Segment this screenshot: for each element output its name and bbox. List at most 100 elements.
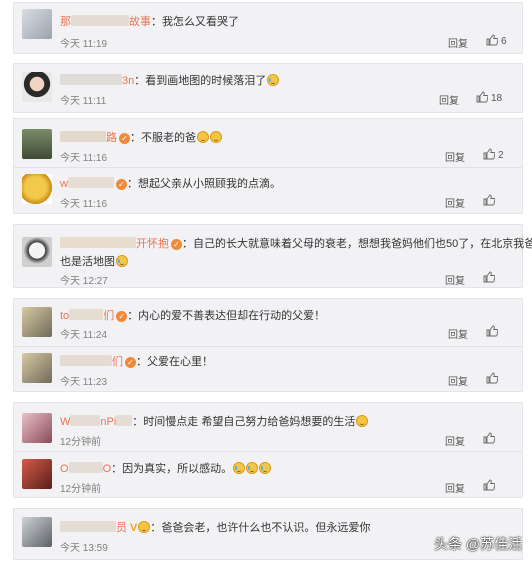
like-button[interactable]: 6 [486,34,507,47]
comment-item: to 们 ✓ ：内心的爱不善表达但却在行动的父爱！ 今天 11:24 回复 [14,299,522,346]
avatar[interactable] [22,72,52,102]
username-blurred [67,177,114,188]
reply-button[interactable]: 回复 [448,373,468,388]
like-count: 18 [491,93,503,104]
thumbs-up-icon [483,194,495,206]
reply-button[interactable]: 回复 [448,35,468,50]
comment-time: 今天 11:23 [60,377,108,388]
like-button[interactable] [483,194,498,207]
comment-item: 路 ✓ ：不服老的爸 今天 11:16 回复 2 [14,119,522,167]
comment-text-continued: 也是活地图 [60,256,115,268]
username-blurred [60,237,136,248]
reply-button[interactable]: 回复 [445,149,465,164]
username[interactable]: 那 [60,16,71,28]
verified-badge-icon: ✓ [125,357,136,368]
comment-time: 今天 11:11 [60,96,107,107]
crying-emoji-icon [267,74,280,86]
comment-text: ：不服老的爸 [130,132,196,144]
avatar[interactable] [22,237,52,267]
like-button[interactable] [483,479,498,492]
comment-card: WnPi ：时间慢点走 希望自己努力给爸妈想要的生活 12分钟前 回复 O O：因为… [13,402,523,498]
comment-text: ：自己的长大就意味着父母的衰老，想想我爸妈他们也50了，在北京我爸 [182,238,532,250]
reply-button[interactable]: 回复 [445,195,465,210]
vip-badge-icon: V [130,522,138,534]
comment-item: 开怀抱 ✓ ：自己的长大就意味着父母的衰老，想想我爸妈他们也50了，在北京我爸 也是… [14,225,532,289]
username-tail[interactable]: 员 [116,522,127,534]
thumbs-up-icon [486,372,498,384]
username-tail[interactable]: 们 [103,310,114,322]
avatar[interactable] [22,9,52,39]
smile-emoji-icon [197,131,209,143]
comment-time: 12分钟前 [60,437,102,448]
comment-item: 3n：看到画地图的时候落泪了 今天 11:11 回复 18 [14,64,522,114]
thumbs-up-icon [476,91,488,103]
comment-item: WnPi ：时间慢点走 希望自己努力给爸妈想要的生活 12分钟前 回复 [14,403,522,451]
reply-button[interactable]: 回复 [445,480,465,495]
comment-item: O O：因为真实，所以感动。 12分钟前 回复 [14,452,522,499]
username-blurred [60,521,116,532]
reply-button[interactable]: 回复 [445,272,465,287]
comment-time: 今天 13:59 [60,543,108,554]
username-blurred [69,309,104,320]
username-tail[interactable]: O [103,463,112,475]
like-count: 6 [501,36,507,47]
like-count: 2 [498,150,504,161]
thumbs-up-icon [483,432,495,444]
username-tail[interactable]: nPi [100,416,116,428]
reply-button[interactable]: 回复 [445,433,465,448]
thumbs-up-icon [483,479,495,491]
crying-emoji-icon [259,462,272,474]
like-button[interactable] [483,271,498,284]
username-blurred [60,131,106,142]
verified-badge-icon: ✓ [116,311,128,322]
crying-emoji-icon [116,255,128,267]
crying-emoji-icon [246,462,259,474]
smile-emoji-icon [356,415,369,427]
avatar[interactable] [22,459,52,489]
thumbs-up-icon [486,325,498,337]
comment-text: ：内心的爱不善表达但却在行动的父爱！ [127,310,326,322]
like-button[interactable] [486,372,501,385]
avatar[interactable] [22,129,52,159]
avatar[interactable] [22,517,52,547]
comment-time: 今天 11:19 [60,39,108,50]
comment-time: 今天 11:16 [60,153,108,164]
thumbs-up-icon [483,271,495,283]
thumbs-up-icon [486,34,498,46]
comment-card: 3n：看到画地图的时候落泪了 今天 11:11 回复 18 [13,63,523,113]
avatar[interactable] [22,353,52,383]
watermark: 头条 @苏佳活 [434,536,523,552]
username[interactable]: w [60,178,68,190]
username-tail[interactable]: 路 [106,132,117,144]
username-tail[interactable]: 开怀抱 [136,238,169,250]
comment-text: ：看到画地图的时候落泪了 [134,75,267,87]
like-button[interactable] [483,432,498,445]
username-tail[interactable]: 故事 [129,16,151,28]
username-blurred [70,415,101,426]
username[interactable]: to [60,310,69,322]
username[interactable]: O [60,463,69,475]
avatar[interactable] [22,413,52,443]
comment-text: ：时间慢点走 希望自己努力给爸妈想要的生活 [132,416,356,428]
comment-text: ：我怎么又看哭了 [151,16,239,28]
comment-card: 那 故事：我怎么又看哭了 今天 11:19 回复 6 [13,2,523,54]
avatar[interactable] [22,174,52,204]
username-blurred [116,415,133,426]
username-tail[interactable]: 们 [112,356,123,368]
thumbs-up-icon [483,148,495,160]
comment-time: 12分钟前 [60,484,102,495]
reply-button[interactable]: 回复 [439,92,459,107]
reply-button[interactable]: 回复 [448,326,468,341]
username-blurred [60,355,112,366]
comment-time: 今天 11:24 [60,330,108,341]
comment-text: ：想起父亲从小照顾我的点滴。 [126,178,281,190]
comment-item: w ✓ ：想起父亲从小照顾我的点滴。 今天 11:16 回复 [14,168,522,215]
crying-emoji-icon [233,462,246,474]
avatar[interactable] [22,307,52,337]
username[interactable]: W [60,416,70,428]
like-button[interactable]: 2 [483,148,504,161]
like-button[interactable] [486,325,501,338]
like-button[interactable]: 18 [476,91,502,104]
verified-badge-icon: ✓ [171,239,182,250]
username-tail[interactable]: 3n [122,75,134,87]
